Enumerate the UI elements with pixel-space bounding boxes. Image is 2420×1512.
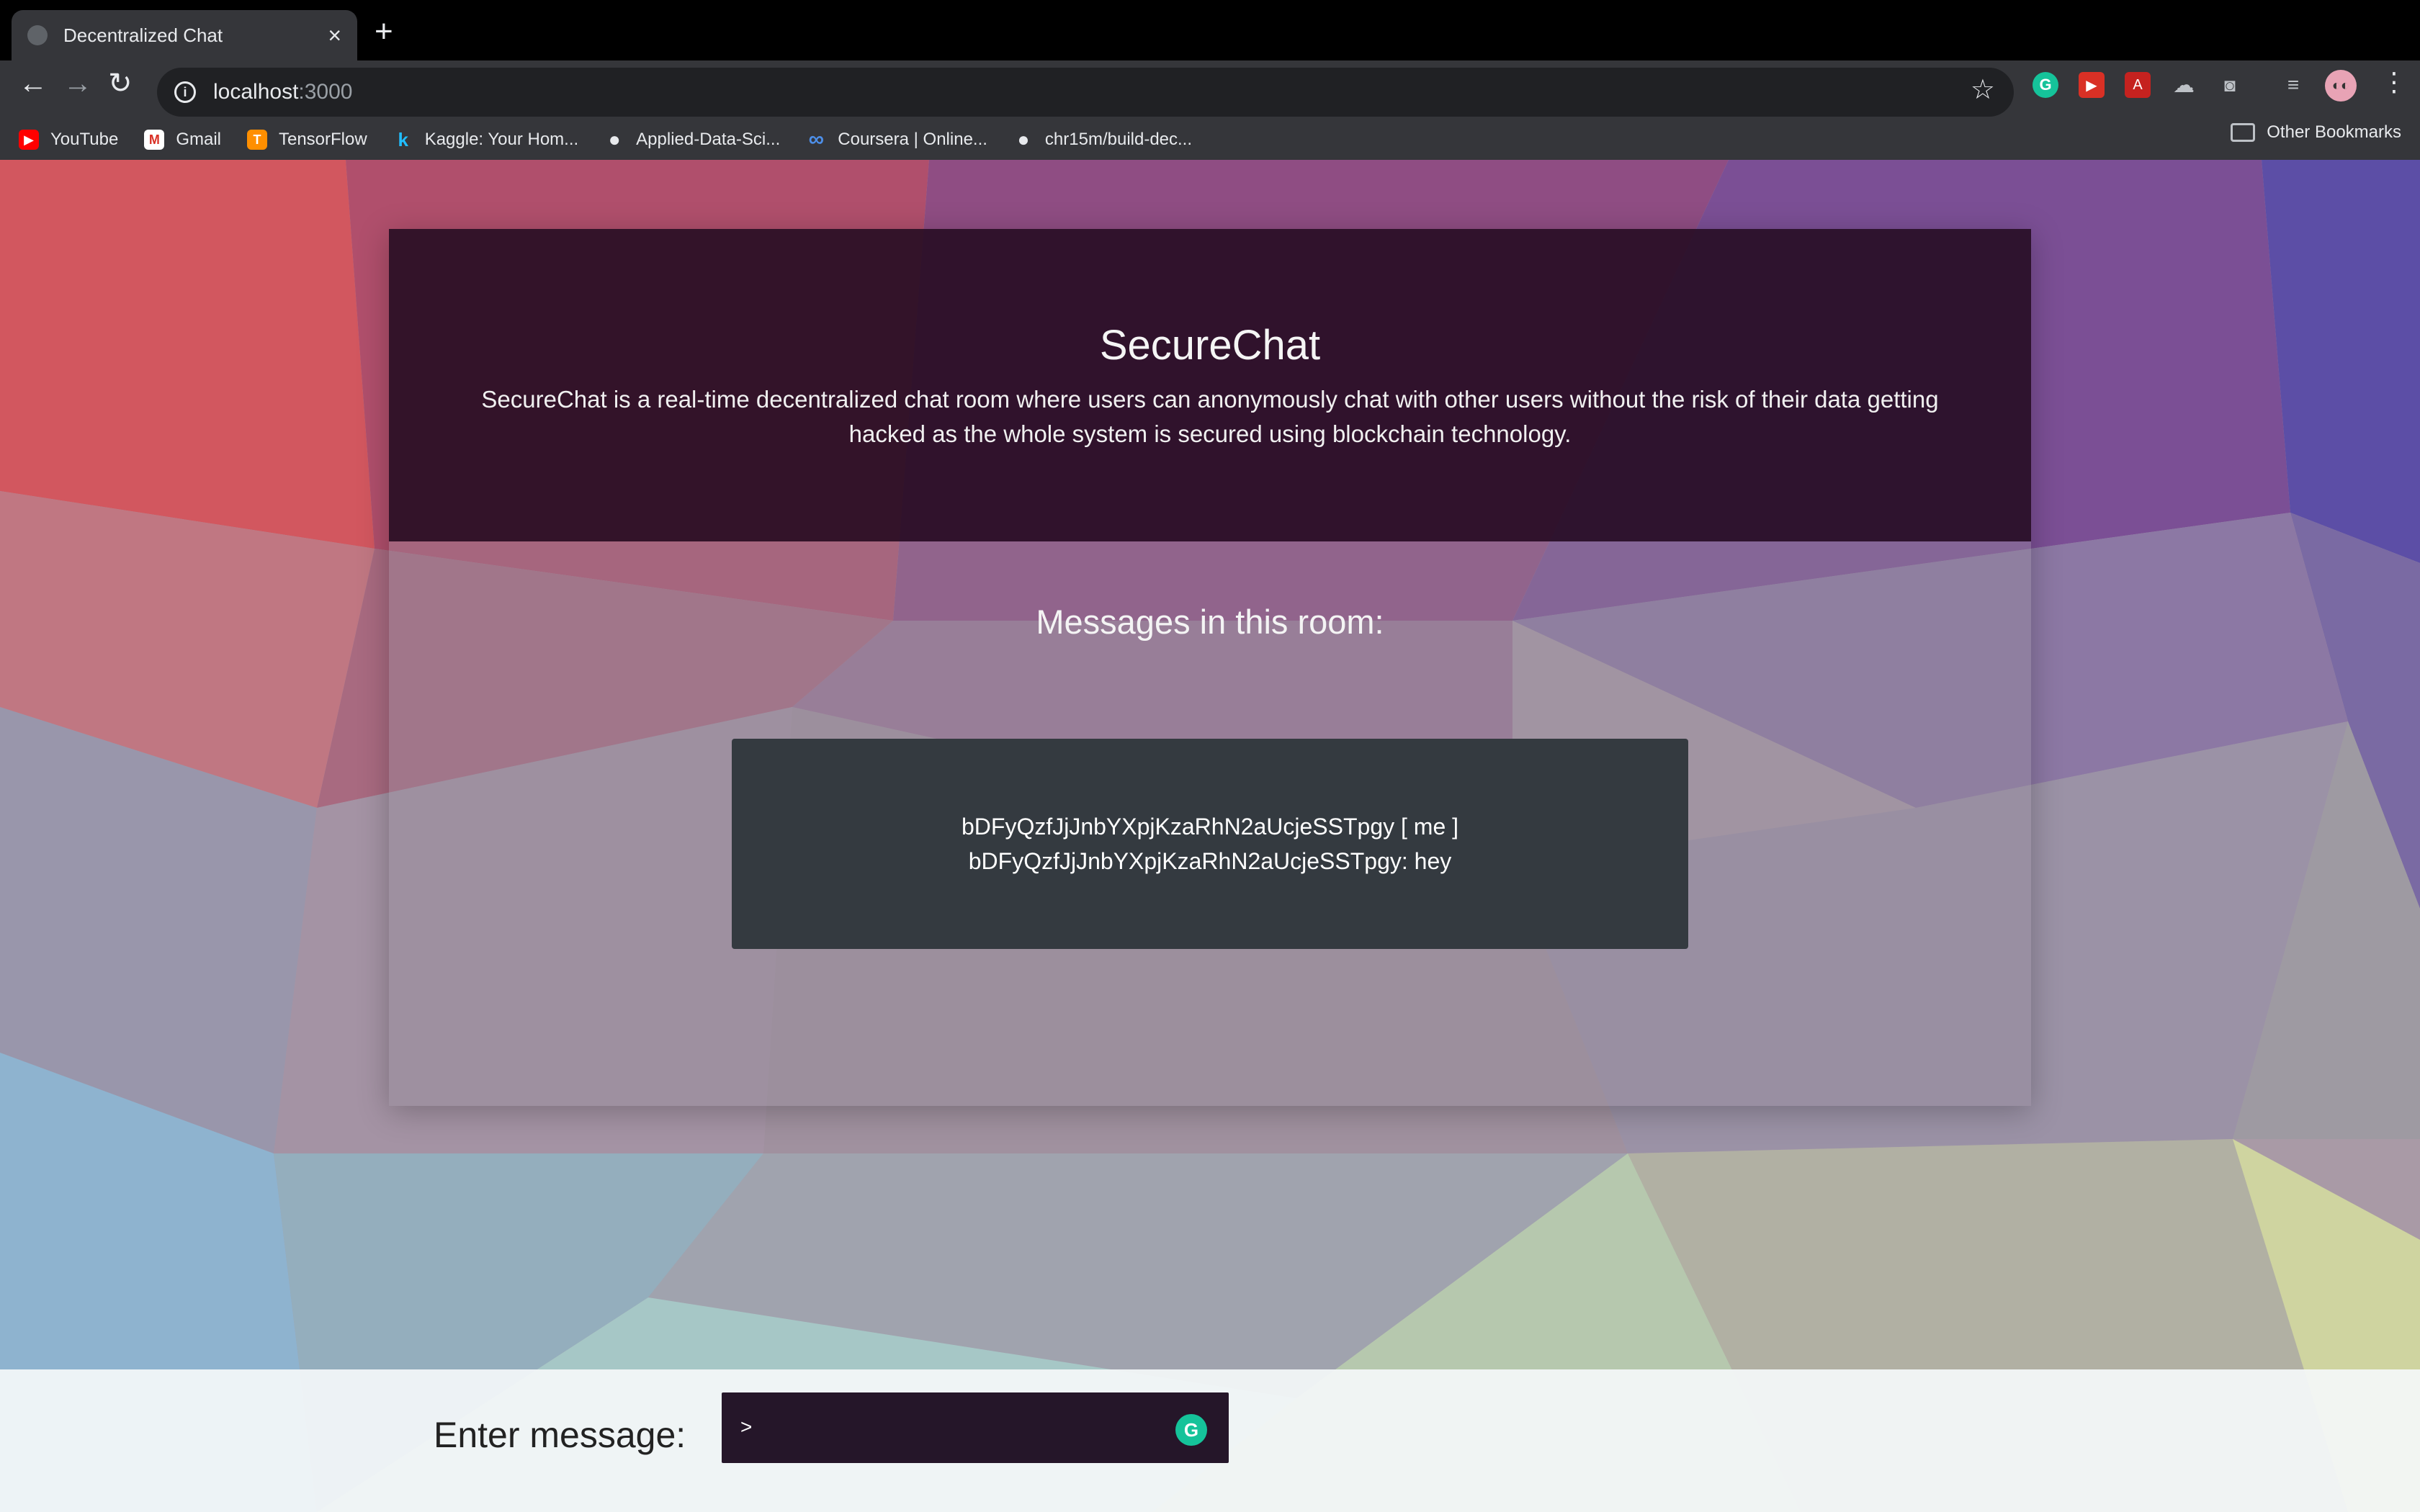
kaggle-icon: k xyxy=(398,128,408,150)
bookmark-gmail[interactable]: M Gmail xyxy=(144,130,221,150)
other-bookmarks-label: Other Bookmarks xyxy=(2267,122,2401,142)
messages-heading: Messages in this room: xyxy=(1036,603,1384,641)
bookmark-label: Gmail xyxy=(176,130,221,149)
page-viewport: SecureChat SecureChat is a real-time dec… xyxy=(0,160,2420,1512)
info-icon[interactable]: i xyxy=(174,81,196,103)
bookmark-applied-data-science[interactable]: ● Applied-Data-Sci... xyxy=(604,128,781,150)
message-input[interactable] xyxy=(722,1392,1229,1463)
youtube-icon: ▶ xyxy=(19,130,39,150)
forward-button[interactable]: → xyxy=(63,69,92,98)
url-host: localhost xyxy=(213,80,299,104)
new-tab-button[interactable]: + xyxy=(375,16,393,48)
coursera-icon: ∞ xyxy=(808,127,824,151)
cloud-extension-icon[interactable]: ☁ xyxy=(2171,72,2197,98)
app-title: SecureChat xyxy=(1099,322,1321,369)
bookmark-tensorflow[interactable]: T TensorFlow xyxy=(246,130,367,150)
message-item: bDFyQzfJjJnbYXpjKzaRhN2aUcjeSSTpgy: hey xyxy=(968,848,1452,874)
tab-decentralized-chat[interactable]: Decentralized Chat × xyxy=(12,10,357,60)
close-tab-icon[interactable]: × xyxy=(328,24,341,47)
bookmark-star-icon[interactable]: ☆ xyxy=(1971,76,1995,104)
grammarly-icon[interactable]: G xyxy=(1175,1414,1207,1446)
bookmark-label: Kaggle: Your Hom... xyxy=(424,130,579,149)
tab-strip: Decentralized Chat × + xyxy=(0,0,2420,60)
github-icon: ● xyxy=(1017,128,1030,150)
bookmark-youtube[interactable]: ▶ YouTube xyxy=(19,130,118,150)
video-extension-icon[interactable]: ▶ xyxy=(2079,72,2105,98)
bookmark-build-decentralized[interactable]: ● chr15m/build-dec... xyxy=(1013,128,1193,150)
github-icon: ● xyxy=(608,128,621,150)
bookmark-coursera[interactable]: ∞ Coursera | Online... xyxy=(806,127,987,151)
pdf-extension-icon[interactable]: A xyxy=(2125,72,2151,98)
messages-section: Messages in this room: bDFyQzfJjJnbYXpjK… xyxy=(389,541,2031,1106)
tensorflow-icon: T xyxy=(246,130,267,150)
enter-message-label: Enter message: xyxy=(434,1415,686,1455)
gmail-icon: M xyxy=(144,130,165,150)
other-bookmarks[interactable]: Other Bookmarks xyxy=(2231,122,2401,143)
bookmark-kaggle[interactable]: k Kaggle: Your Hom... xyxy=(393,128,579,150)
bookmark-label: YouTube xyxy=(50,130,119,149)
bookmarks-bar: ▶ YouTube M Gmail T TensorFlow k Kaggle:… xyxy=(0,120,2420,160)
folder-icon xyxy=(2231,123,2256,142)
composer-bar: Enter message: > G xyxy=(0,1369,2420,1512)
hero-banner: SecureChat SecureChat is a real-time dec… xyxy=(389,229,2031,541)
media-queue-icon[interactable]: ≡ xyxy=(2280,72,2306,98)
input-prompt: > xyxy=(740,1416,753,1438)
chat-card: SecureChat SecureChat is a real-time dec… xyxy=(389,229,2031,1106)
globe-icon xyxy=(27,25,48,45)
back-button[interactable]: ← xyxy=(19,69,48,98)
camera-extension-icon[interactable]: ◙ xyxy=(2217,72,2243,98)
profile-avatar[interactable]: ◐◐ xyxy=(2325,70,2357,102)
app-description: SecureChat is a real-time decentralized … xyxy=(481,386,1939,447)
bookmark-label: chr15m/build-dec... xyxy=(1044,130,1193,149)
message-list: bDFyQzfJjJnbYXpjKzaRhN2aUcjeSSTpgy [ me … xyxy=(732,739,1688,949)
bookmark-label: TensorFlow xyxy=(278,130,367,149)
reload-button[interactable]: ↻ xyxy=(108,69,133,98)
tab-title: Decentralized Chat xyxy=(63,24,223,46)
browser-menu-icon[interactable]: ⋮ xyxy=(2381,69,2407,95)
message-item: bDFyQzfJjJnbYXpjKzaRhN2aUcjeSSTpgy [ me … xyxy=(961,814,1459,840)
grammarly-extension-icon[interactable]: G xyxy=(2033,72,2058,98)
url-port: :3000 xyxy=(298,80,353,104)
bookmark-label: Applied-Data-Sci... xyxy=(636,130,781,149)
bookmark-label: Coursera | Online... xyxy=(838,130,987,149)
address-bar[interactable]: i localhost :3000 ☆ xyxy=(157,68,2014,117)
